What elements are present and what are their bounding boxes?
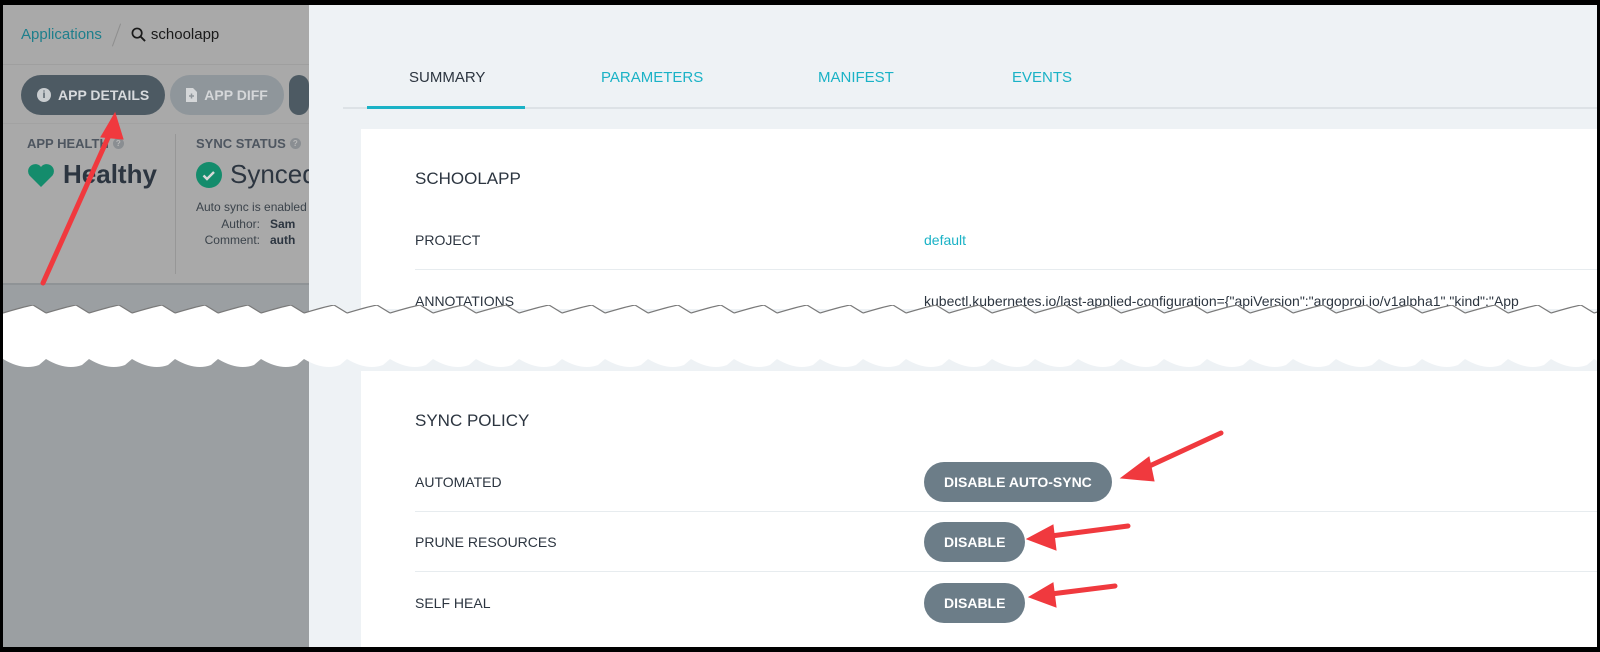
toolbar-more-button[interactable] <box>288 75 309 115</box>
comment-value: auth <box>270 233 296 247</box>
disable-self-heal-button[interactable]: DISABLE <box>924 582 1026 623</box>
app-details-label: APP DETAILS <box>58 87 150 103</box>
tab-parameters[interactable]: PARAMETERS <box>601 69 703 86</box>
app-diff-button[interactable]: APP DIFF <box>170 75 284 115</box>
active-tab-indicator <box>367 106 525 109</box>
status-section: APP HEALTH ? Healthy SYNC STATUS ? Synce… <box>3 123 309 283</box>
disable-prune-button[interactable]: DISABLE <box>924 522 1026 562</box>
project-label: PROJECT <box>415 232 481 248</box>
heart-icon <box>28 163 54 187</box>
sync-policy-title: SYNC POLICY <box>415 411 530 430</box>
check-circle-icon <box>196 161 222 188</box>
self-heal-row: SELF HEAL DISABLE <box>415 573 1597 632</box>
app-health-label: APP HEALTH <box>27 136 109 151</box>
tab-manifest[interactable]: MANIFEST <box>818 69 894 86</box>
sync-status: SYNC STATUS ? Synced Auto sync is enable… <box>196 136 309 247</box>
help-icon[interactable]: ? <box>112 138 124 149</box>
search-icon <box>131 27 146 42</box>
project-link[interactable]: default <box>924 232 966 248</box>
project-row: PROJECT default <box>415 211 1597 270</box>
self-heal-label: SELF HEAL <box>415 594 491 611</box>
current-app-name: schoolapp <box>150 26 220 43</box>
breadcrumb-applications-link[interactable]: Applications <box>21 26 102 43</box>
app-health-value: Healthy <box>63 159 157 189</box>
breadcrumb-current[interactable]: schoolapp <box>131 26 219 43</box>
info-icon: i <box>37 88 51 102</box>
automated-label: AUTOMATED <box>415 474 502 490</box>
help-icon[interactable]: ? <box>289 138 301 149</box>
author-value: Sam <box>270 217 296 231</box>
prune-resources-row: PRUNE RESOURCES DISABLE <box>415 513 1597 572</box>
sync-status-label: SYNC STATUS <box>196 136 286 151</box>
breadcrumb: Applications schoolapp <box>3 5 309 65</box>
tab-summary[interactable]: SUMMARY <box>409 69 485 86</box>
screenshot-frame: Applications schoolapp i APP DETAILS APP… <box>3 5 1597 647</box>
comment-row: Comment: auth <box>204 233 296 247</box>
disable-auto-sync-button[interactable]: DISABLE AUTO-SYNC <box>924 462 1112 502</box>
breadcrumb-separator <box>111 23 121 46</box>
summary-card: SCHOOLAPP PROJECT default ANNOTATIONS ku… <box>361 129 1597 309</box>
app-details-button[interactable]: i APP DETAILS <box>21 75 166 115</box>
status-divider <box>175 134 176 274</box>
file-diff-icon <box>186 88 198 102</box>
app-health: APP HEALTH ? Healthy <box>27 136 157 190</box>
torn-edge-break <box>3 305 1597 373</box>
automated-row: AUTOMATED DISABLE AUTO-SYNC <box>415 453 1597 512</box>
summary-title: SCHOOLAPP <box>415 169 521 188</box>
sync-status-value: Synced <box>230 159 309 189</box>
app-diff-label: APP DIFF <box>204 87 268 103</box>
prune-resources-label: PRUNE RESOURCES <box>415 534 557 550</box>
details-tabs: SUMMARY PARAMETERS MANIFEST EVENTS <box>343 5 1597 109</box>
tab-events[interactable]: EVENTS <box>1012 69 1072 86</box>
author-row: Author: Sam <box>221 217 296 231</box>
sync-policy-card: SYNC POLICY AUTOMATED DISABLE AUTO-SYNC … <box>361 371 1597 647</box>
auto-sync-info: Auto sync is enabled <box>196 200 307 214</box>
app-toolbar: i APP DETAILS APP DIFF <box>3 65 309 123</box>
